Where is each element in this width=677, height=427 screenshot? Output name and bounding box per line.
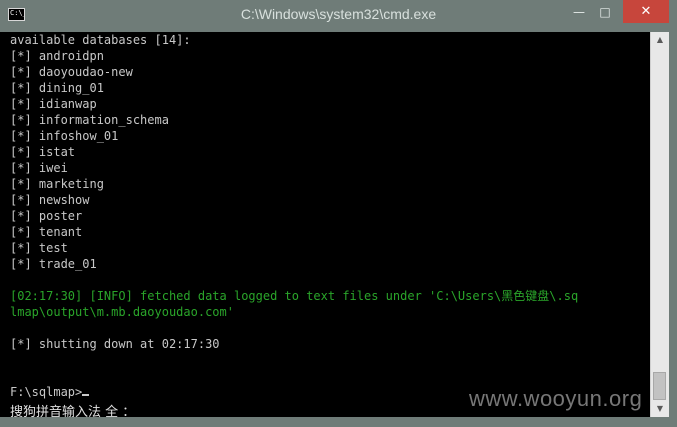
console-line-text: lmap\output\m.mb.daoyoudao.com' [10, 305, 234, 319]
text-cursor [82, 394, 90, 396]
console-line-text: available databases [14]: [10, 33, 191, 47]
console-line-text: [*] istat [10, 145, 76, 159]
vertical-scrollbar[interactable]: ▲ ▼ [650, 32, 669, 417]
console-line: [*] iwei [8, 160, 650, 176]
console-line: [*] tenant [8, 224, 650, 240]
console-line: [*] test [8, 240, 650, 256]
scroll-down-arrow-icon[interactable]: ▼ [651, 401, 669, 417]
console-line: lmap\output\m.mb.daoyoudao.com' [8, 304, 650, 320]
console-line: [02:17:30] [INFO] fetched data logged to… [8, 288, 650, 304]
console-line-text: [*] tenant [10, 225, 83, 239]
maximize-button[interactable]: □ [592, 0, 618, 23]
console-line-text: [*] infoshow_01 [10, 129, 119, 143]
console-line-text: [*] shutting down at 02:17:30 [10, 337, 220, 351]
minimize-button[interactable]: — [566, 0, 592, 23]
console-line: [*] androidpn [8, 48, 650, 64]
console-line-text: [*] androidpn [10, 49, 104, 63]
console-line: [*] marketing [8, 176, 650, 192]
console-line: [*] information_schema [8, 112, 650, 128]
console-line: [*] daoyoudao-new [8, 64, 650, 80]
console-line-text: [*] idianwap [10, 97, 97, 111]
console-line: [*] istat [8, 144, 650, 160]
console-line-text: F:\sqlmap> [10, 385, 83, 399]
console-line: [*] idianwap [8, 96, 650, 112]
console-line: [*] shutting down at 02:17:30 [8, 336, 650, 352]
console-line-text: [*] trade_01 [10, 257, 97, 271]
window-frame-right [669, 32, 677, 427]
scrollbar-thumb[interactable] [653, 372, 666, 400]
close-button[interactable]: ✕ [623, 0, 669, 23]
cmd-window: C:\_ C:\Windows\system32\cmd.exe — □ ✕ a… [0, 0, 677, 427]
console-line-text: [*] dining_01 [10, 81, 104, 95]
console-line: available databases [14]: [8, 32, 650, 48]
console-line-text: [*] poster [10, 209, 83, 223]
console-line-text: [*] iwei [10, 161, 68, 175]
console-line-text: [*] daoyoudao-new [10, 65, 133, 79]
console-line: [*] poster [8, 208, 650, 224]
console-line-text: [*] information_schema [10, 113, 169, 127]
window-frame-bottom [0, 417, 677, 427]
console-line: [*] infoshow_01 [8, 128, 650, 144]
console-line-text: [*] marketing [10, 177, 104, 191]
console-line-text: [*] test [10, 241, 68, 255]
console-line-text: [*] newshow [10, 193, 90, 207]
console-line: [*] newshow [8, 192, 650, 208]
console-line-text: [02:17:30] [INFO] fetched data logged to… [10, 289, 579, 303]
console-output[interactable]: available databases [14]: [*] androidpn [*… [8, 32, 650, 417]
scroll-up-arrow-icon[interactable]: ▲ [651, 32, 669, 48]
console-line: [*] trade_01 [8, 256, 650, 272]
title-bar[interactable]: C:\_ C:\Windows\system32\cmd.exe — □ ✕ [0, 0, 677, 32]
watermark: www.wooyun.org [469, 386, 643, 411]
console-line: [*] dining_01 [8, 80, 650, 96]
